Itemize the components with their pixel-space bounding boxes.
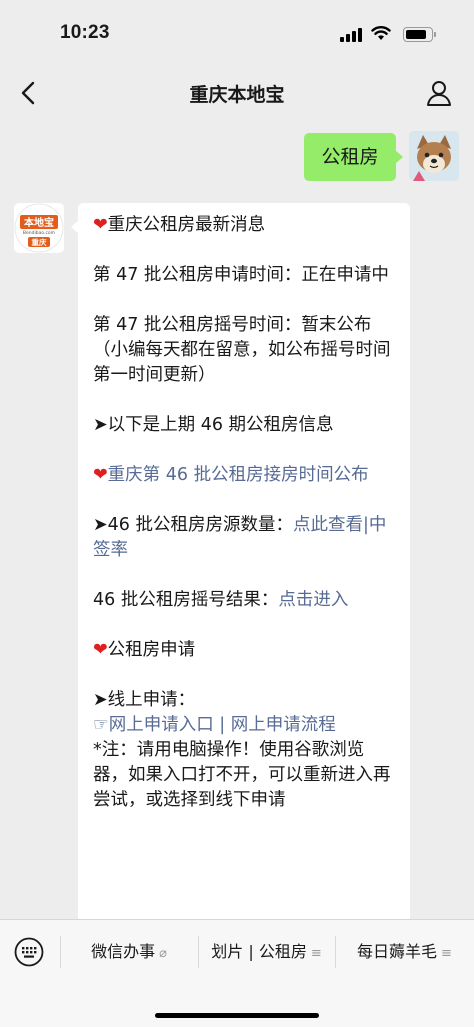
link-view-count[interactable]: 点此查看 (293, 515, 363, 535)
reply-move-in-time: ❤重庆第 46 批公租房接房时间公布 (93, 463, 396, 488)
signal-icon (340, 28, 362, 42)
svg-text:本地宝: 本地宝 (24, 216, 54, 229)
svg-text:Bendibao.com: Bendibao.com (23, 230, 55, 236)
menu-list-icon: ≡ (441, 946, 452, 961)
svg-text:重庆: 重庆 (32, 237, 47, 247)
bendibao-logo: 本地宝 Bendibao.com 重庆 (14, 203, 64, 253)
menu-list-icon: ≡ (310, 946, 322, 961)
reply-lottery-time: 第 47 批公租房摇号时间：暂末公布（小编每天都在留意，如公布摇号时间第一时间更… (93, 315, 391, 385)
reply-apply-time: 第 47 批公租房申请时间：正在申请中 (93, 265, 389, 285)
battery-icon (403, 27, 436, 42)
heart-icon: ❤ (93, 640, 108, 660)
reply-lottery-result: 46 批公租房摇号结果：点击进入 (93, 590, 349, 610)
link-icon: ⌀ (159, 946, 167, 961)
heart-icon: ❤ (93, 465, 108, 485)
bottom-menu-bar: 微信办事 ⌀ 划片 | 公租房 ≡ 每日薅羊毛 ≡ (0, 919, 474, 1027)
menu-item-daily-deals[interactable]: 每日薅羊毛 ≡ (335, 920, 474, 984)
user-avatar[interactable] (409, 131, 459, 181)
reply-application: ❤公租房申请 (93, 640, 196, 660)
menu-item-zoning-housing[interactable]: 划片 | 公租房 ≡ (198, 920, 335, 984)
menu-item-wechat-affairs[interactable]: 微信办事 ⌀ (60, 920, 198, 984)
heart-icon: ❤ (93, 215, 108, 235)
link-online-entry[interactable]: 网上申请入口 (109, 715, 214, 735)
person-icon[interactable] (424, 78, 454, 108)
home-indicator[interactable] (155, 1013, 319, 1018)
reply-headline: ❤重庆公租房最新消息 (93, 215, 266, 235)
pointing-hand-icon: ☞ (93, 715, 109, 735)
nav-bar: 重庆本地宝 (0, 64, 474, 122)
wifi-icon (371, 26, 391, 40)
link-online-process[interactable]: 网上申请流程 (231, 715, 336, 735)
keyboard-icon[interactable] (14, 937, 44, 967)
user-message-bubble[interactable]: 公租房 (304, 133, 403, 181)
link-lottery-result[interactable]: 点击进入 (278, 590, 348, 610)
bot-avatar[interactable]: 本地宝 Bendibao.com 重庆 (14, 203, 64, 253)
status-time: 10:23 (60, 22, 110, 43)
reply-previous-info: ➤以下是上期 46 期公租房信息 (93, 415, 334, 435)
reply-housing-count: ➤46 批公租房房源数量：点此查看|中签率 (93, 515, 387, 560)
page-title: 重庆本地宝 (189, 84, 285, 106)
link-move-in-time[interactable]: 重庆第 46 批公租房接房时间公布 (108, 465, 369, 485)
reply-online-apply: ➤线上申请： ☞网上申请入口 | 网上申请流程 *注：请用电脑操作！使用谷歌浏览… (93, 690, 391, 810)
shiba-dog-avatar-image (409, 131, 459, 181)
bot-reply-bubble: ❤重庆公租房最新消息 第 47 批公租房申请时间：正在申请中 第 47 批公租房… (71, 203, 410, 933)
reply-note: *注：请用电脑操作！使用谷歌浏览器，如果入口打不开，可以重新进入再尝试，或选择到… (93, 740, 391, 810)
status-bar: 10:23 (0, 0, 474, 64)
